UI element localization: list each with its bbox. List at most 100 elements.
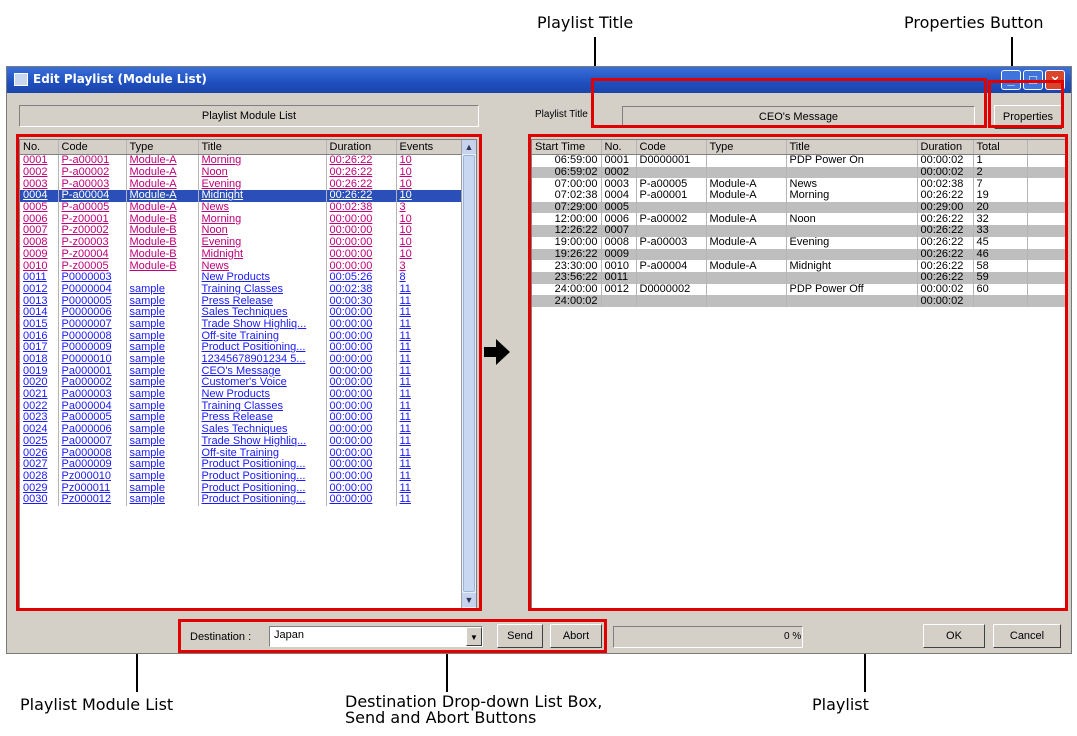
playlist-row[interactable]: 12:26:22 0007 00:26:22 33 bbox=[532, 225, 1066, 237]
module-cell-type: Module-B bbox=[126, 260, 199, 272]
module-row[interactable]: 0029 Pz000011 sample Product Positioning...… bbox=[20, 482, 462, 494]
playlist-row[interactable]: 19:00:00 0008 P-a00003 Module-A Evening 00:26… bbox=[532, 236, 1066, 249]
module-col-header[interactable]: Events bbox=[396, 140, 462, 155]
scroll-up-icon[interactable]: ▲ bbox=[462, 140, 476, 154]
module-cell-events: 11 bbox=[396, 400, 462, 413]
module-list[interactable]: No. Code Type Title Duration Events 0001 P-a00… bbox=[19, 139, 477, 609]
playlist-cell-start: 07:29:00 bbox=[532, 201, 602, 214]
dropdown-arrow-icon[interactable]: ▼ bbox=[466, 627, 482, 646]
playlist-row[interactable]: 06:59:00 0001 D0000001 PDP Power On 00:00:02… bbox=[532, 154, 1066, 167]
module-row[interactable]: 0025 Pa000007 sample Trade Show Highliq... 0… bbox=[20, 435, 462, 448]
playlist-row[interactable]: 19:26:22 0009 00:26:22 46 bbox=[532, 248, 1066, 261]
module-row[interactable]: 0014 P0000006 sample Sales Techniques 00:00:… bbox=[20, 306, 462, 319]
module-cell-title: Training Classes bbox=[198, 283, 327, 296]
playlist-title-field[interactable]: CEO's Message bbox=[622, 106, 975, 128]
module-cell-title: 12345678901234 5... bbox=[198, 353, 327, 366]
module-row[interactable]: 0026 Pa000008 sample Off-site Training 00:00… bbox=[20, 447, 462, 459]
playlist-row[interactable]: 24:00:00 0012 D0000002 PDP Power Off 00:00:0… bbox=[532, 283, 1066, 296]
module-row[interactable]: 0011 P0000003 New Products 00:05:26 8 bbox=[20, 271, 462, 284]
module-col-header[interactable]: Title bbox=[198, 140, 327, 155]
module-col-header[interactable]: Duration bbox=[326, 140, 397, 155]
module-row[interactable]: 0012 P0000004 sample Training Classes 00:02:… bbox=[20, 283, 462, 296]
module-row[interactable]: 0003 P-a00003 Module-A Evening 00:26:22 10 bbox=[20, 178, 462, 191]
module-cell-title: Training Classes bbox=[198, 400, 327, 413]
minimize-icon[interactable]: _ bbox=[1001, 70, 1021, 90]
module-row[interactable]: 0028 Pz000010 sample Product Positioning...… bbox=[20, 470, 462, 483]
module-cell-code: P0000004 bbox=[58, 283, 127, 296]
playlist-cell-no: 0001 bbox=[601, 154, 637, 167]
module-row[interactable]: 0030 Pz000012 sample Product Positioning...… bbox=[20, 493, 462, 506]
properties-button[interactable]: Properties bbox=[994, 105, 1062, 129]
module-col-header[interactable]: Code bbox=[58, 140, 127, 155]
module-row[interactable]: 0016 P0000008 sample Off-site Training 00:00… bbox=[20, 330, 462, 342]
module-cell-title: Product Positioning... bbox=[198, 342, 327, 354]
module-row[interactable]: 0015 P0000007 sample Trade Show Highliq... 0… bbox=[20, 318, 462, 331]
module-row[interactable]: 0006 P-z00001 Module-B Morning 00:00:00 10 bbox=[20, 213, 462, 226]
module-row[interactable]: 0021 Pa000003 sample New Products 00:00:00 11 bbox=[20, 388, 462, 401]
playlist-col-header[interactable]: Code bbox=[636, 140, 707, 155]
playlist-row[interactable]: 12:00:00 0006 P-a00002 Module-A Noon 00:26:22… bbox=[532, 213, 1066, 226]
module-row[interactable]: 0013 P0000005 sample Press Release 00:00:30 1… bbox=[20, 295, 462, 307]
module-row[interactable]: 0001 P-a00001 Module-A Morning 00:26:22 10 bbox=[20, 154, 462, 167]
playlist-row[interactable]: 07:00:00 0003 P-a00005 Module-A News 00:02:38… bbox=[532, 178, 1066, 191]
module-cell-title: Morning bbox=[198, 213, 327, 226]
module-row[interactable]: 0024 Pa000006 sample Sales Techniques 00:00:… bbox=[20, 423, 462, 436]
module-cell-no: 0030 bbox=[20, 493, 59, 506]
module-cell-no: 0004 bbox=[20, 190, 59, 202]
scroll-down-icon[interactable]: ▼ bbox=[462, 593, 476, 607]
playlist-row[interactable]: 07:02:38 0004 P-a00001 Module-A Morning 00:26… bbox=[532, 190, 1066, 202]
module-row[interactable]: 0002 P-a00002 Module-A Noon 00:26:22 10 bbox=[20, 166, 462, 179]
playlist-col-header[interactable]: Total bbox=[973, 140, 1028, 155]
close-icon[interactable]: × bbox=[1045, 70, 1065, 90]
send-button[interactable]: Send bbox=[497, 624, 543, 648]
module-row[interactable]: 0027 Pa000009 sample Product Positioning...… bbox=[20, 458, 462, 471]
maximize-icon[interactable]: □ bbox=[1023, 70, 1043, 90]
playlist-row[interactable]: 06:59:02 0002 00:00:02 2 bbox=[532, 166, 1066, 179]
module-cell-title: New Products bbox=[198, 271, 327, 284]
playlist-col-header[interactable]: Title bbox=[786, 140, 918, 155]
module-cell-events: 10 bbox=[396, 236, 462, 249]
module-cell-duration: 00:26:22 bbox=[326, 166, 397, 179]
destination-dropdown[interactable]: Japan ▼ bbox=[269, 626, 483, 647]
module-row[interactable]: 0008 P-z00003 Module-B Evening 00:00:00 10 bbox=[20, 236, 462, 249]
abort-button[interactable]: Abort bbox=[550, 624, 602, 648]
module-row[interactable]: 0019 Pa000001 sample CEO's Message 00:00:00 1… bbox=[20, 365, 462, 378]
playlist-cell-title: Midnight bbox=[786, 260, 918, 272]
module-row[interactable]: 0018 P0000010 sample 12345678901234 5... 00:… bbox=[20, 353, 462, 366]
module-list-scrollbar[interactable]: ▲ ▼ bbox=[461, 140, 476, 608]
module-cell-no: 0024 bbox=[20, 423, 59, 436]
module-row-selected[interactable]: 0004 P-a00004 Module-A Midnight 00:26:22 10 bbox=[20, 190, 462, 202]
playlist-cell-spacer bbox=[1027, 260, 1066, 272]
module-cell-duration: 00:00:00 bbox=[326, 493, 397, 506]
module-cell-no: 0026 bbox=[20, 447, 59, 459]
module-col-header[interactable]: Type bbox=[126, 140, 199, 155]
playlist-col-header[interactable]: No. bbox=[601, 140, 637, 155]
module-row[interactable]: 0022 Pa000004 sample Training Classes 00:00:… bbox=[20, 400, 462, 413]
module-row[interactable]: 0023 Pa000005 sample Press Release 00:00:00 1… bbox=[20, 412, 462, 424]
playlist-row[interactable]: 23:30:00 0010 P-a00004 Module-A Midnight 00:2… bbox=[532, 260, 1066, 272]
module-cell-type: sample bbox=[126, 342, 199, 354]
title-bar[interactable]: Edit Playlist (Module List) _ □ × bbox=[7, 67, 1071, 93]
playlist-row[interactable]: 23:56:22 0011 00:26:22 59 bbox=[532, 271, 1066, 284]
cancel-button[interactable]: Cancel bbox=[993, 624, 1061, 648]
module-col-header[interactable]: No. bbox=[20, 140, 59, 155]
playlist-col-header[interactable]: Start Time bbox=[532, 140, 602, 155]
playlist-col-header[interactable]: Duration bbox=[917, 140, 974, 155]
module-row[interactable]: 0005 P-a00005 Module-A News 00:02:38 3 bbox=[20, 201, 462, 214]
module-row[interactable]: 0020 Pa000002 sample Customer's Voice 00:00:… bbox=[20, 377, 462, 389]
playlist-row[interactable]: 24:00:02 00:00:02 bbox=[532, 295, 1066, 307]
module-cell-title: Morning bbox=[198, 154, 327, 167]
playlist-col-header[interactable]: Type bbox=[706, 140, 787, 155]
module-row[interactable]: 0017 P0000009 sample Product Positioning...… bbox=[20, 342, 462, 354]
module-cell-no: 0010 bbox=[20, 260, 59, 272]
module-cell-code: Pa000007 bbox=[58, 435, 127, 448]
module-row[interactable]: 0007 P-z00002 Module-B Noon 00:00:00 10 bbox=[20, 225, 462, 237]
module-cell-events: 11 bbox=[396, 435, 462, 448]
ok-button[interactable]: OK bbox=[923, 624, 985, 648]
module-row[interactable]: 0010 P-z00005 Module-B News 00:00:00 3 bbox=[20, 260, 462, 272]
scroll-thumb[interactable] bbox=[463, 155, 475, 592]
module-row[interactable]: 0009 P-z00004 Module-B Midnight 00:00:00 10 bbox=[20, 248, 462, 261]
playlist[interactable]: Start Time No. Code Type Title Duration Total … bbox=[531, 139, 1067, 609]
playlist-row[interactable]: 07:29:00 0005 00:29:00 20 bbox=[532, 201, 1066, 214]
add-to-playlist-arrow-icon[interactable] bbox=[484, 337, 510, 367]
